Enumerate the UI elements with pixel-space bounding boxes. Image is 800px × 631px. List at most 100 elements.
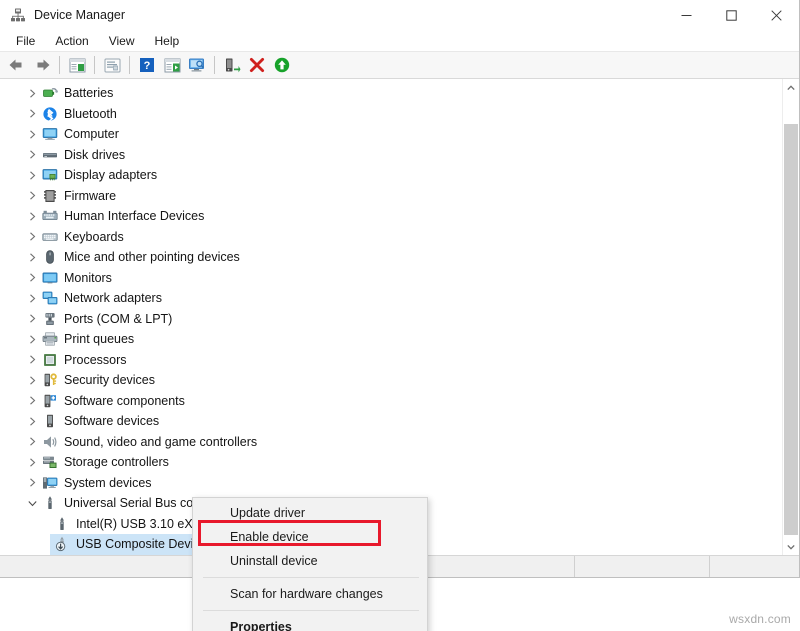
tree-item-mice-and-other-pointing-devices[interactable]: Mice and other pointing devices (0, 247, 782, 268)
menu-item-file[interactable]: File (6, 33, 45, 49)
chevron-right-icon[interactable] (24, 335, 40, 344)
tree-item-label: Bluetooth (60, 108, 117, 121)
context-menu-item-enable-device[interactable]: Enable device (193, 525, 427, 549)
menu-bar: File Action View Help (0, 30, 799, 52)
scroll-up-arrow-icon[interactable] (783, 79, 799, 96)
scrollbar-thumb[interactable] (784, 124, 798, 535)
tree-item-network-adapters[interactable]: Network adapters (0, 288, 782, 309)
scroll-down-arrow-icon[interactable] (783, 538, 799, 555)
software-device-icon (40, 413, 60, 429)
context-menu[interactable]: Update driver Enable device Uninstall de… (192, 497, 428, 631)
toolbar-separator (59, 56, 60, 74)
chevron-right-icon[interactable] (24, 273, 40, 282)
menu-item-help[interactable]: Help (145, 33, 190, 49)
tree-item-firmware[interactable]: Firmware (0, 186, 782, 207)
title-bar: Device Manager (0, 0, 799, 30)
disable-device-icon[interactable] (245, 54, 269, 77)
firmware-icon (40, 188, 60, 204)
close-icon[interactable] (754, 0, 799, 30)
tree-item-label: Software components (60, 395, 185, 408)
scan-hardware-changes-icon[interactable] (185, 54, 209, 77)
chevron-right-icon[interactable] (24, 171, 40, 180)
context-menu-separator (203, 577, 419, 578)
update-driver-icon[interactable] (160, 54, 184, 77)
tree-item-disk-drives[interactable]: Disk drives (0, 145, 782, 166)
tree-item-display-adapters[interactable]: Display adapters (0, 165, 782, 186)
storage-controller-icon (40, 454, 60, 470)
tree-item-system-devices[interactable]: System devices (0, 473, 782, 494)
bluetooth-icon (40, 106, 60, 122)
usb-icon (52, 516, 72, 532)
chevron-right-icon[interactable] (24, 478, 40, 487)
hid-icon (40, 208, 60, 224)
tree-item-bluetooth[interactable]: Bluetooth (0, 104, 782, 125)
tree-item-processors[interactable]: Processors (0, 350, 782, 371)
chevron-right-icon[interactable] (24, 355, 40, 364)
chevron-right-icon[interactable] (24, 150, 40, 159)
tree-item-security-devices[interactable]: Security devices (0, 370, 782, 391)
chevron-right-icon[interactable] (24, 130, 40, 139)
sound-controller-icon (40, 434, 60, 450)
tree-item-label: Mice and other pointing devices (60, 251, 240, 264)
tree-item-label: Computer (60, 128, 119, 141)
forward-icon[interactable] (30, 54, 54, 77)
chevron-right-icon[interactable] (24, 376, 40, 385)
minimize-icon[interactable] (664, 0, 709, 30)
chevron-right-icon[interactable] (24, 417, 40, 426)
tree-item-sound-video-and-game-controllers[interactable]: Sound, video and game controllers (0, 432, 782, 453)
tree-item-label: Human Interface Devices (60, 210, 204, 223)
context-menu-item-properties[interactable]: Properties (193, 615, 427, 631)
tree-item-software-devices[interactable]: Software devices (0, 411, 782, 432)
chevron-right-icon[interactable] (24, 294, 40, 303)
chevron-right-icon[interactable] (24, 232, 40, 241)
context-menu-item-scan-for-hardware-changes[interactable]: Scan for hardware changes (193, 582, 427, 606)
chevron-right-icon[interactable] (24, 212, 40, 221)
tree-item-storage-controllers[interactable]: Storage controllers (0, 452, 782, 473)
processor-icon (40, 352, 60, 368)
tree-item-keyboards[interactable]: Keyboards (0, 227, 782, 248)
port-icon (40, 311, 60, 327)
status-bar-cell-3 (710, 556, 799, 577)
menu-item-action[interactable]: Action (45, 33, 98, 49)
window-controls (664, 0, 799, 30)
tree-item-label: Processors (60, 354, 127, 367)
chevron-down-icon[interactable] (24, 500, 40, 507)
device-manager-window: Device Manager File Action View Help (0, 0, 800, 578)
tree-item-monitors[interactable]: Monitors (0, 268, 782, 289)
system-device-icon (40, 475, 60, 491)
chevron-right-icon[interactable] (24, 437, 40, 446)
back-icon[interactable] (5, 54, 29, 77)
tree-item-human-interface-devices[interactable]: Human Interface Devices (0, 206, 782, 227)
chevron-right-icon[interactable] (24, 109, 40, 118)
enable-device-icon[interactable] (270, 54, 294, 77)
scrollbar-track[interactable] (783, 96, 799, 538)
keyboard-icon (40, 229, 60, 245)
computer-icon (40, 126, 60, 142)
tree-item-print-queues[interactable]: Print queues (0, 329, 782, 350)
properties-icon[interactable] (100, 54, 124, 77)
chevron-right-icon[interactable] (24, 396, 40, 405)
menu-item-view[interactable]: View (99, 33, 145, 49)
tree-item-batteries[interactable]: Batteries (0, 83, 782, 104)
help-icon[interactable]: ? (135, 54, 159, 77)
show-hide-console-tree-icon[interactable] (65, 54, 89, 77)
uninstall-device-icon[interactable] (220, 54, 244, 77)
software-component-icon (40, 393, 60, 409)
context-menu-item-update-driver[interactable]: Update driver (193, 501, 427, 525)
chevron-right-icon[interactable] (24, 253, 40, 262)
tree-item-software-components[interactable]: Software components (0, 391, 782, 412)
vertical-scrollbar[interactable] (782, 79, 799, 555)
printer-icon (40, 331, 60, 347)
chevron-right-icon[interactable] (24, 314, 40, 323)
tree-item-ports-com-and-lpt[interactable]: Ports (COM & LPT) (0, 309, 782, 330)
tree-item-computer[interactable]: Computer (0, 124, 782, 145)
tree-item-label: Storage controllers (60, 456, 169, 469)
display-adapter-icon (40, 167, 60, 183)
device-tree[interactable]: Batteries Bluetooth (0, 79, 782, 555)
tree-item-label: Batteries (60, 87, 113, 100)
chevron-right-icon[interactable] (24, 191, 40, 200)
maximize-icon[interactable] (709, 0, 754, 30)
chevron-right-icon[interactable] (24, 458, 40, 467)
context-menu-item-uninstall-device[interactable]: Uninstall device (193, 549, 427, 573)
chevron-right-icon[interactable] (24, 89, 40, 98)
